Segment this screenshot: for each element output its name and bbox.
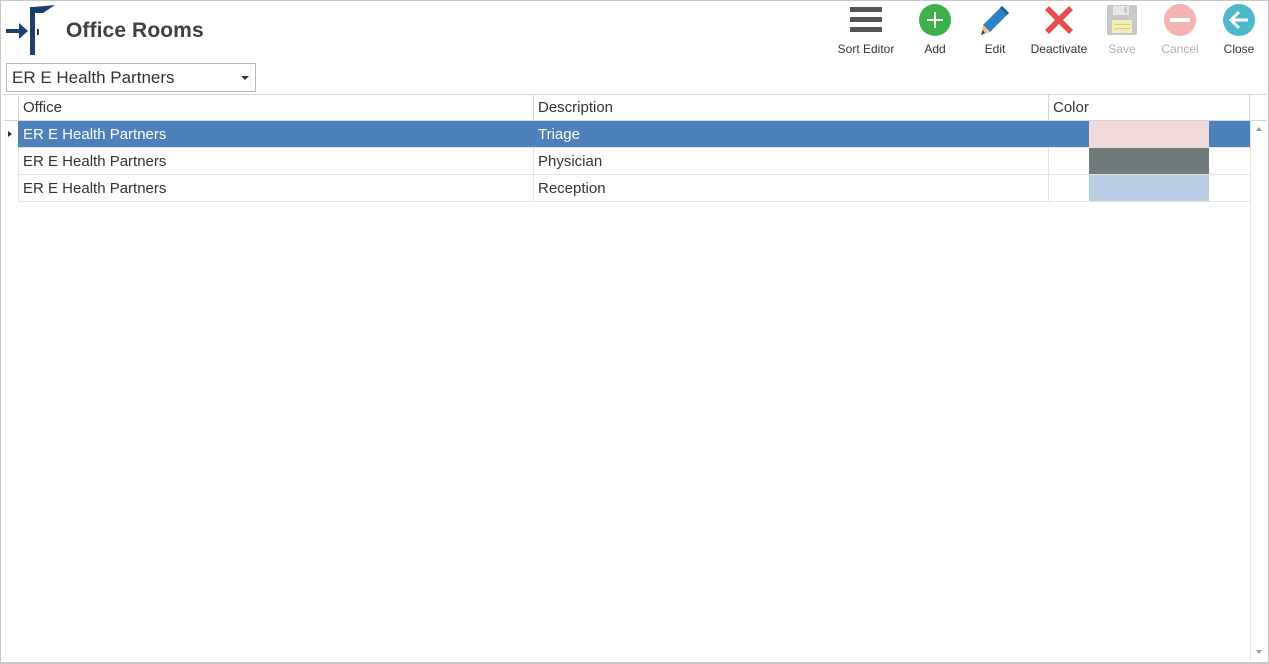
cell-description[interactable]: Triage: [533, 121, 1048, 147]
cell-description[interactable]: Reception: [533, 175, 1048, 201]
sort-editor-label: Sort Editor: [837, 42, 895, 56]
close-button[interactable]: Close: [1217, 0, 1261, 58]
page-title: Office Rooms: [66, 19, 204, 42]
edit-button[interactable]: Edit: [973, 0, 1017, 58]
row-indicator: [4, 175, 18, 202]
color-swatch: [1089, 121, 1209, 147]
x-mark-icon: [1041, 2, 1077, 38]
cell-office[interactable]: ER E Health Partners: [18, 148, 533, 174]
add-label: Add: [924, 42, 946, 56]
cell-color[interactable]: [1048, 121, 1250, 147]
cancel-label: Cancel: [1161, 42, 1199, 56]
column-header-spacer: [1249, 95, 1267, 121]
cell-office[interactable]: ER E Health Partners: [18, 175, 533, 201]
current-row-arrow-icon: [8, 131, 12, 137]
color-swatch: [1089, 175, 1209, 201]
grid-header: Office Description Color: [4, 94, 1267, 121]
sort-editor-button[interactable]: Sort Editor: [836, 0, 896, 58]
color-swatch: [1089, 148, 1209, 174]
row-indicator-header: [4, 95, 18, 121]
edit-label: Edit: [984, 42, 1006, 56]
office-dropdown[interactable]: ER E Health Partners: [6, 63, 256, 92]
pencil-icon: [977, 2, 1013, 38]
plus-circle-icon: [917, 2, 953, 38]
save-label: Save: [1108, 42, 1136, 56]
table-row[interactable]: ER E Health Partners Physician: [4, 148, 1250, 175]
office-rooms-grid: Office Description Color ER E Health Par…: [4, 94, 1267, 660]
row-indicator: [4, 121, 18, 148]
hamburger-menu-icon: [848, 2, 884, 38]
scroll-down-arrow-icon[interactable]: [1256, 650, 1262, 654]
column-header-description[interactable]: Description: [533, 95, 1048, 121]
save-button[interactable]: Save: [1100, 0, 1144, 58]
minus-circle-icon: [1162, 2, 1198, 38]
scroll-up-arrow-icon[interactable]: [1256, 127, 1262, 131]
vertical-scrollbar[interactable]: [1250, 121, 1267, 660]
office-logo-icon: [6, 5, 55, 55]
cell-color[interactable]: [1048, 175, 1250, 201]
cell-color[interactable]: [1048, 148, 1250, 174]
row-indicator: [4, 148, 18, 175]
arrow-left-circle-icon: [1221, 2, 1257, 38]
close-label: Close: [1223, 42, 1255, 56]
cancel-button[interactable]: Cancel: [1158, 0, 1202, 58]
cell-office[interactable]: ER E Health Partners: [18, 121, 533, 147]
table-row[interactable]: ER E Health Partners Reception: [4, 175, 1250, 202]
office-dropdown-value: ER E Health Partners: [12, 67, 175, 87]
cell-description[interactable]: Physician: [533, 148, 1048, 174]
add-button[interactable]: Add: [913, 0, 957, 58]
floppy-disk-icon: [1104, 2, 1140, 38]
deactivate-label: Deactivate: [1030, 42, 1088, 56]
column-header-office[interactable]: Office: [18, 95, 533, 121]
chevron-down-icon[interactable]: [241, 76, 249, 80]
deactivate-button[interactable]: Deactivate: [1029, 0, 1089, 58]
column-header-color[interactable]: Color: [1048, 95, 1250, 121]
table-row[interactable]: ER E Health Partners Triage: [4, 121, 1250, 148]
